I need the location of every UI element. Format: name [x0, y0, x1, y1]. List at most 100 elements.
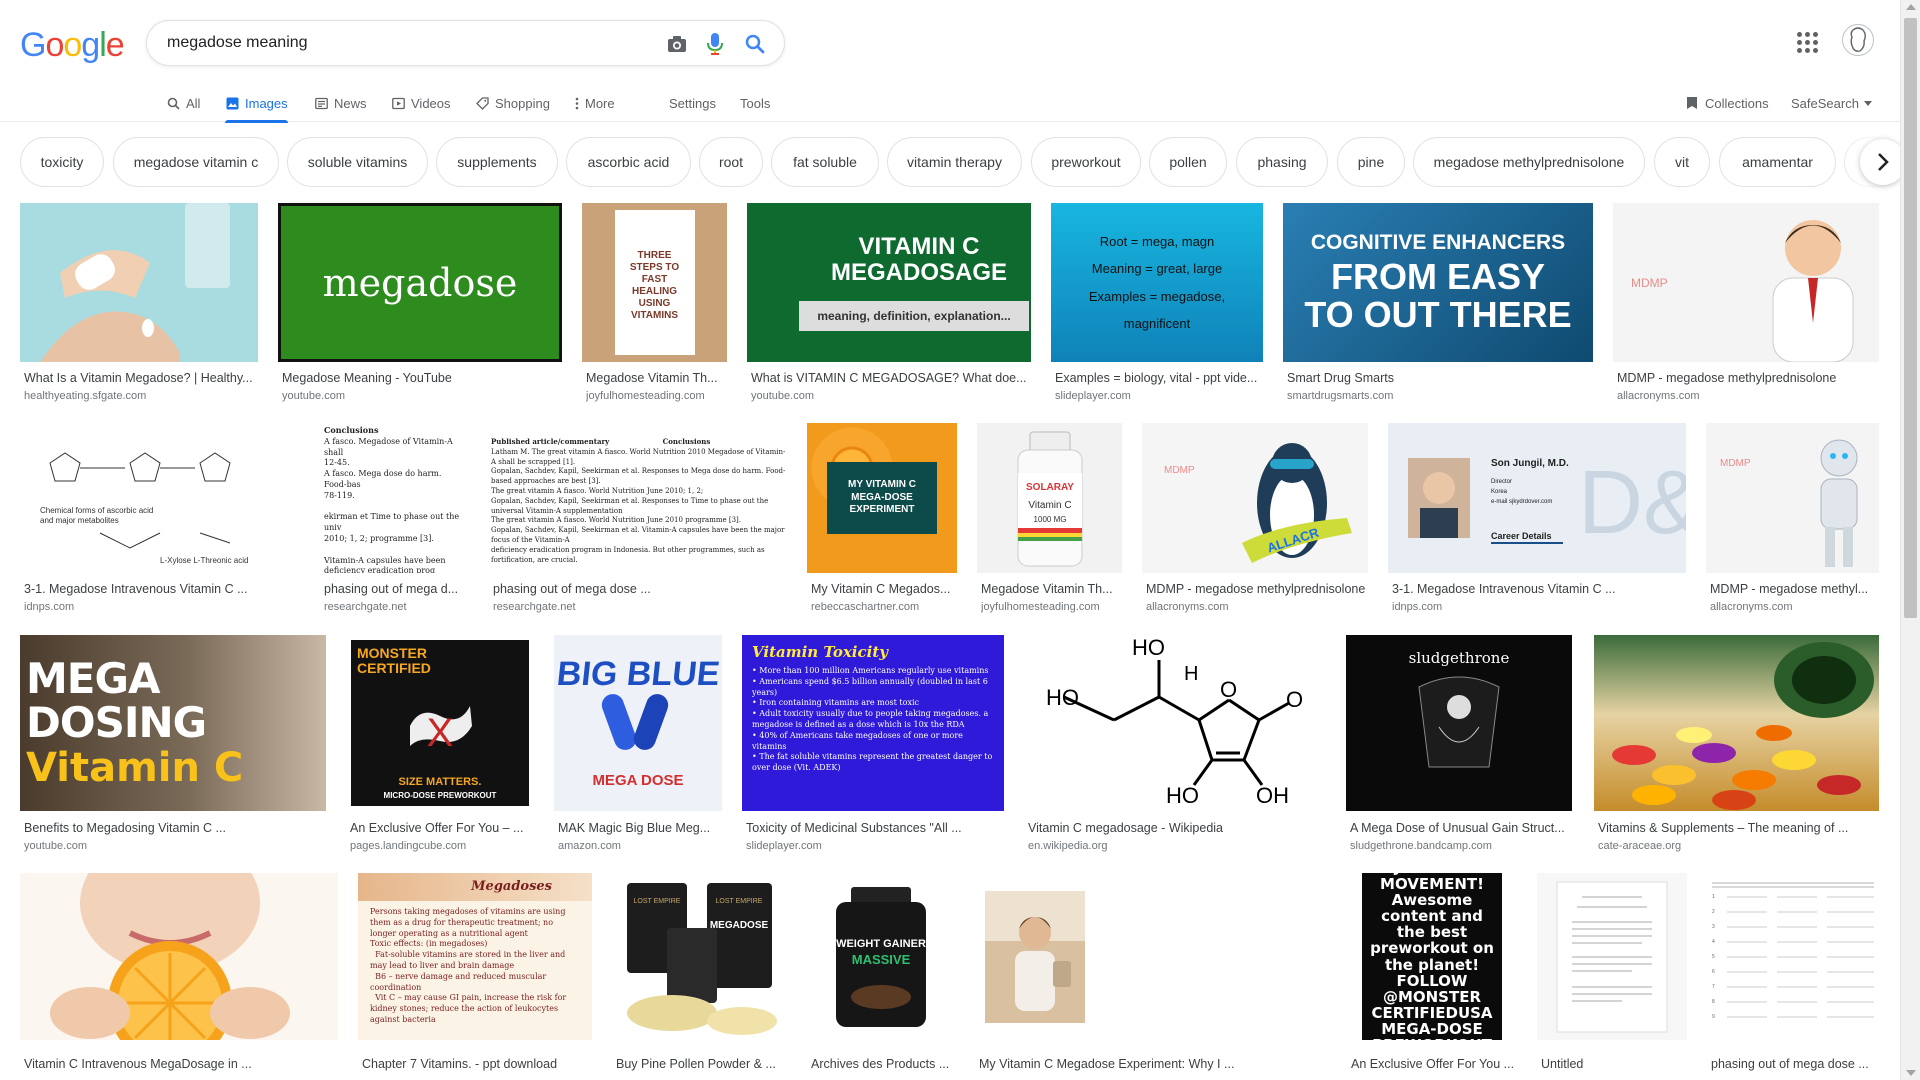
result-source[interactable]: researchgate.net	[324, 601, 469, 613]
image-result[interactable]: 1 2 3 4 5 6 7 8 9 phasing out of mega dose ...	[1707, 873, 1879, 1080]
result-title[interactable]: Benefits to Megadosing Vitamin C ...	[24, 821, 326, 835]
result-thumbnail[interactable]: COGNITIVE ENHANCERS FROM EASY TO OUT THER…	[1283, 203, 1593, 362]
result-title[interactable]: What is VITAMIN C MEGADOSAGE? What doe..…	[751, 371, 1031, 385]
chip[interactable]: pollen	[1149, 137, 1227, 187]
result-title[interactable]: Megadose Meaning - YouTube	[282, 371, 562, 385]
image-result[interactable]: sludgethrone A Mega Dose of Unusual Gain…	[1346, 635, 1572, 855]
result-thumbnail[interactable]: Published article/commentary Conclusions…	[489, 423, 787, 573]
result-source[interactable]: researchgate.net	[493, 601, 787, 613]
result-source[interactable]: youtube.com	[751, 390, 1031, 402]
result-source[interactable]: joyfulhomesteading.com	[981, 601, 1122, 613]
result-thumbnail[interactable]: THREE STEPS TO FAST HEALING USING VITAMI…	[582, 203, 727, 362]
result-thumbnail[interactable]: MY VITAMIN C MEGA-DOSE EXPERIMENT	[807, 423, 957, 573]
search-icon[interactable]	[743, 32, 767, 56]
result-source[interactable]: sludgethrone.bandcamp.com	[1350, 840, 1572, 852]
image-result[interactable]: Chemical forms of ascorbic acid and major…	[20, 423, 300, 623]
result-title[interactable]: Megadose Vitamin Th...	[586, 371, 727, 385]
result-title[interactable]: phasing out of mega dose ...	[493, 582, 787, 596]
result-source[interactable]: pages.landingcube.com	[350, 840, 534, 852]
result-source[interactable]: allacronyms.com	[1710, 601, 1879, 613]
image-result[interactable]: COGNITIVE ENHANCERS FROM EASY TO OUT THER…	[1283, 203, 1593, 403]
chip[interactable]: megadose vitamin c	[113, 137, 279, 187]
image-result[interactable]: Root = mega, magn Meaning = great, large E…	[1051, 203, 1263, 403]
result-thumbnail[interactable]: JOIN THE MOVEMENT! Awesome content and t…	[1347, 873, 1517, 1040]
result-title[interactable]: Megadose Vitamin Th...	[981, 582, 1122, 596]
result-title[interactable]: My Vitamin C Megadose Experiment: Why I …	[979, 1057, 1327, 1071]
result-title[interactable]: What Is a Vitamin Megadose? | Healthy...	[24, 371, 258, 385]
chip[interactable]: toxicity	[20, 137, 104, 187]
image-result[interactable]: JOIN THE MOVEMENT! Awesome content and t…	[1347, 873, 1517, 1080]
result-source[interactable]: idnps.com	[1392, 601, 1686, 613]
chip[interactable]: vit	[1654, 137, 1710, 187]
mic-icon[interactable]	[703, 32, 727, 56]
result-thumbnail[interactable]: MDMP	[1706, 423, 1879, 573]
result-title[interactable]: Untitled	[1541, 1057, 1687, 1071]
result-thumbnail[interactable]: sludgethrone	[1346, 635, 1572, 811]
result-title[interactable]: Vitamin C megadosage - Wikipedia	[1028, 821, 1326, 835]
result-thumbnail[interactable]: MONSTER CERTIFIED X SIZE MATTERS. MICRO-D…	[346, 635, 534, 811]
image-result[interactable]: WEIGHT GAINER MASSIVE Archives des Produc…	[807, 873, 955, 1080]
apps-icon[interactable]	[1795, 30, 1819, 54]
result-thumbnail[interactable]	[20, 873, 338, 1040]
image-result[interactable]: HO HO H O O HO OH Vitamin C megadosage - Wikip…	[1024, 635, 1326, 855]
chip[interactable]: root	[699, 137, 763, 187]
result-title[interactable]: Buy Pine Pollen Powder & ...	[616, 1057, 787, 1071]
result-title[interactable]: An Exclusive Offer For You – ...	[350, 821, 534, 835]
image-result[interactable]: Vitamins & Supplements – The meaning of …	[1594, 635, 1879, 855]
image-result[interactable]: MDMP MDMP - megadose methylprednisolone …	[1613, 203, 1879, 403]
safesearch-button[interactable]: SafeSearch	[1791, 84, 1875, 122]
chip[interactable]: phasing	[1236, 137, 1328, 187]
chip[interactable]: preworkout	[1031, 137, 1141, 187]
result-title[interactable]: phasing out of mega d...	[324, 582, 469, 596]
image-result[interactable]: MONSTER CERTIFIED X SIZE MATTERS. MICRO-D…	[346, 635, 534, 855]
result-source[interactable]: en.wikipedia.org	[1028, 840, 1326, 852]
result-source[interactable]: healthyeating.sfgate.com	[24, 390, 258, 402]
image-result[interactable]: megadose Megadose Meaning - YouTube yout…	[278, 203, 562, 403]
tab-all[interactable]: All	[166, 84, 200, 122]
result-title[interactable]: Archives des Products ...	[811, 1057, 955, 1071]
result-title[interactable]: Examples = biology, vital - ppt vide...	[1055, 371, 1263, 385]
tab-tools[interactable]: Tools	[740, 84, 770, 122]
result-thumbnail[interactable]: WEIGHT GAINER MASSIVE	[807, 873, 955, 1040]
image-result[interactable]: Vitamin Toxicity • More than 100 million…	[742, 635, 1004, 855]
tab-videos[interactable]: Videos	[391, 84, 451, 122]
result-thumbnail[interactable]: Conclusions A fasco. Megadose of Vitamin-…	[320, 423, 469, 573]
result-source[interactable]: allacronyms.com	[1146, 601, 1368, 613]
tab-more[interactable]: More	[574, 84, 615, 122]
tab-images[interactable]: Images	[225, 84, 288, 123]
result-title[interactable]: An Exclusive Offer For You ...	[1351, 1057, 1517, 1071]
google-logo[interactable]: Google	[20, 26, 125, 65]
result-source[interactable]: allacronyms.com	[1617, 390, 1879, 402]
result-source[interactable]: smartdrugsmarts.com	[1287, 390, 1593, 402]
search-box[interactable]	[146, 20, 785, 66]
image-result[interactable]: SOLARAY Vitamin C 1000 MG Megadose Vitamin…	[977, 423, 1122, 623]
tab-settings[interactable]: Settings	[669, 84, 716, 122]
image-result[interactable]: Untitled	[1537, 873, 1687, 1080]
chip[interactable]: megadose methylprednisolone	[1413, 137, 1645, 187]
result-thumbnail[interactable]: SOLARAY Vitamin C 1000 MG	[977, 423, 1122, 573]
chip[interactable]: pine	[1337, 137, 1405, 187]
avatar[interactable]	[1842, 24, 1874, 56]
result-source[interactable]: rebeccaschartner.com	[811, 601, 957, 613]
result-thumbnail[interactable]: LOST EMPIRE LOST EMPIRE MEGADOSE	[612, 873, 787, 1040]
result-title[interactable]: MDMP - megadose methylprednisolone	[1146, 582, 1368, 596]
chip[interactable]: vitamin therapy	[887, 137, 1022, 187]
scrollbar[interactable]	[1900, 0, 1920, 1080]
result-source[interactable]: youtube.com	[282, 390, 562, 402]
result-thumbnail[interactable]: MDMP	[1613, 203, 1879, 362]
result-thumbnail[interactable]: 1 2 3 4 5 6 7 8 9	[1707, 873, 1879, 1040]
result-thumbnail[interactable]	[1594, 635, 1879, 811]
image-result[interactable]: Vitamin C Intravenous MegaDosage in ...	[20, 873, 338, 1080]
image-result[interactable]: Conclusions A fasco. Megadose of Vitamin-…	[320, 423, 469, 623]
scroll-thumb[interactable]	[1904, 18, 1917, 618]
tab-news[interactable]: News	[314, 84, 367, 122]
result-thumbnail[interactable]	[975, 873, 1327, 1040]
image-result[interactable]: Published article/commentary Conclusions…	[489, 423, 787, 623]
result-source[interactable]: cate-araceae.org	[1598, 840, 1879, 852]
result-source[interactable]: idnps.com	[24, 601, 300, 613]
image-result[interactable]: MEGA DOSING Vitamin C Benefits to Megados…	[20, 635, 326, 855]
result-title[interactable]: Vitamins & Supplements – The meaning of …	[1598, 821, 1879, 835]
chip[interactable]: amamentar	[1719, 137, 1836, 187]
result-source[interactable]: joyfulhomesteading.com	[586, 390, 727, 402]
result-title[interactable]: Vitamin C Intravenous MegaDosage in ...	[24, 1057, 338, 1071]
